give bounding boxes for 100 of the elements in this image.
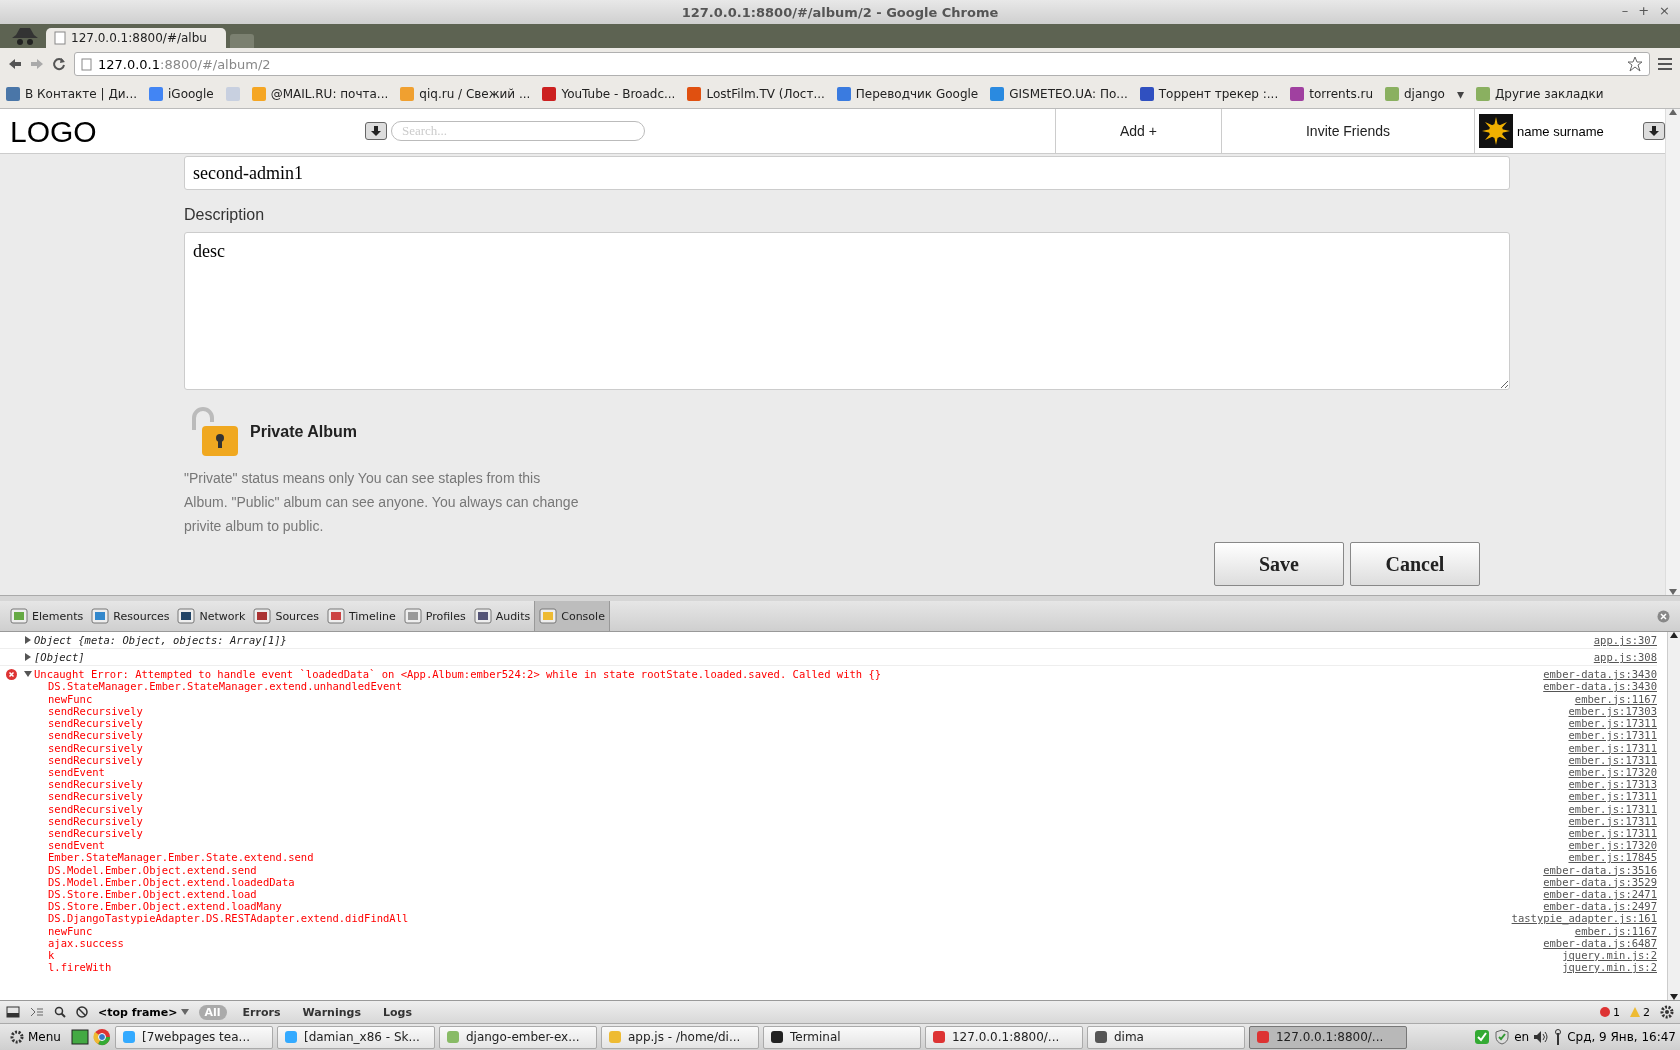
shield-icon[interactable] [1494,1029,1511,1045]
taskbar-item[interactable]: 127.0.0.1:8800/... [924,1025,1083,1049]
window-control[interactable]: – [1621,3,1629,18]
source-link[interactable]: ember.js:17311 [1568,802,1657,815]
devtools-tab[interactable]: Sources [249,601,323,632]
devtools-tab[interactable]: Network [173,601,250,632]
taskbar-item[interactable]: dima [1086,1025,1245,1049]
menu-icon[interactable] [1658,58,1672,70]
source-link[interactable]: tastypie_adapter.js:161 [1511,912,1657,925]
source-link[interactable]: ember-data.js:3529 [1543,875,1657,888]
back-icon[interactable] [8,58,22,70]
devtools-tab[interactable]: Timeline [322,601,400,632]
bookmark[interactable]: YouTube - Broadc... [542,87,676,101]
filter-tab[interactable]: Logs [376,1004,418,1020]
bookmark[interactable]: В Контакте | Ди... [6,87,137,101]
source-link[interactable]: ember.js:17311 [1568,741,1657,754]
close-icon[interactable] [1657,610,1670,623]
source-link[interactable]: ember.js:17311 [1568,814,1657,827]
name-field[interactable]: second-admin1 [184,156,1510,190]
source-link[interactable]: ember.js:17311 [1568,729,1657,742]
volume-icon[interactable] [1533,1030,1550,1044]
taskbar-item[interactable]: 127.0.0.1:8800/... [1248,1025,1407,1049]
devtools-tab[interactable]: Console [534,601,610,632]
bookmark[interactable]: django [1385,87,1445,101]
user-name[interactable]: name surname [1517,123,1604,139]
source-link[interactable]: ember.js:17311 [1568,826,1657,840]
start-menu-button[interactable]: Menu [4,1029,67,1045]
dropdown-button[interactable] [1643,122,1665,140]
source-link[interactable]: app.js:307 [1593,634,1657,647]
check-icon[interactable] [1474,1029,1491,1045]
devtools-tab[interactable]: Elements [6,601,88,632]
search-icon[interactable] [54,1006,66,1019]
settings-icon[interactable] [1660,1005,1674,1020]
collapse-triangle-icon[interactable] [24,670,32,679]
address-field[interactable]: 127.0.0.1:8800/#/album/2 [74,52,1650,76]
terminal-icon[interactable] [70,1029,89,1045]
dock-icon[interactable] [6,1006,20,1019]
clock[interactable]: Срд, 9 Янв, 16:47 [1567,1030,1676,1044]
logo: LOGO [9,114,98,150]
console-message: Object {meta: Object, objects: Array[1]} [34,634,288,647]
source-link[interactable]: ember.js:17303 [1568,704,1657,718]
source-link[interactable]: ember.js:17845 [1568,851,1657,864]
console-drawer-icon[interactable] [30,1006,44,1019]
bookmark[interactable]: Переводчик Google [836,87,979,101]
source-link[interactable]: app.js:308 [1593,651,1657,664]
filter-tab[interactable]: Errors [236,1004,287,1020]
source-link[interactable]: ember-data.js:3430 [1543,668,1657,681]
window-control[interactable]: × [1659,3,1670,18]
nav-link[interactable]: Invite Friends [1221,109,1474,153]
star-icon[interactable] [1627,56,1643,72]
window-control[interactable]: + [1638,3,1650,18]
bookmark[interactable]: @MAIL.RU: почта... [251,87,389,101]
form-button[interactable]: Save [1214,542,1344,586]
filter-tab[interactable]: Warnings [296,1004,367,1020]
expand-triangle-icon[interactable] [24,636,32,645]
frame-selector[interactable]: <top frame> [98,1005,189,1019]
bookmark[interactable]: GISMETEO.UA: По... [990,87,1128,101]
taskbar-item[interactable]: Terminal [762,1025,921,1049]
source-link[interactable]: ember.js:1167 [1574,692,1657,705]
antenna-icon[interactable] [1553,1029,1564,1045]
overflow-caret[interactable]: ▾ [1456,86,1464,102]
bookmark[interactable]: LostFilm.TV (Лост... [687,87,825,101]
devtools-tab[interactable]: Profiles [399,601,470,632]
source-link[interactable]: ember-data.js:3430 [1543,680,1657,693]
source-link[interactable]: ember.js:1167 [1574,924,1657,937]
expand-triangle-icon[interactable] [24,653,32,662]
browser-icon[interactable] [92,1028,111,1046]
source-link[interactable]: jquery.min.js:2 [1562,948,1657,962]
form-button[interactable]: Cancel [1350,542,1480,586]
source-link[interactable]: jquery.min.js:2 [1562,961,1657,974]
bookmark[interactable]: iGoogle [149,87,214,101]
scrollbar[interactable] [1667,632,1680,1001]
taskbar-item[interactable]: django-ember-ex... [438,1025,597,1049]
bookmark[interactable]: torrents.ru [1290,87,1373,101]
bookmark[interactable]: Торрент трекер :... [1139,87,1279,101]
description-field[interactable]: desc [184,232,1510,390]
source-link[interactable]: ember.js:17311 [1568,790,1657,803]
source-link[interactable]: ember.js:17313 [1568,778,1657,791]
source-link[interactable]: ember-data.js:3516 [1543,863,1657,876]
taskbar-item[interactable]: [damian_x86 - Sk... [276,1025,435,1049]
devtools-tab[interactable]: Resources [87,601,174,632]
source-link[interactable]: ember.js:17320 [1568,765,1657,779]
dropdown-button[interactable] [365,122,387,140]
bookmark[interactable]: Другие закладки [1475,87,1604,101]
reload-icon[interactable] [52,57,66,71]
source-link[interactable]: ember.js:17311 [1568,717,1657,730]
source-link[interactable]: ember-data.js:2471 [1543,887,1657,901]
clear-icon[interactable] [76,1006,88,1019]
source-link[interactable]: ember-data.js:6487 [1543,936,1657,949]
source-link[interactable]: ember.js:17311 [1568,753,1657,766]
keyboard-layout[interactable]: en [1514,1030,1530,1044]
bookmark[interactable]: qiq.ru / Свежий ... [400,87,531,101]
taskbar-item[interactable]: app.js - /home/di... [600,1025,759,1049]
source-link[interactable]: ember-data.js:2497 [1543,900,1657,913]
taskbar-item[interactable]: [7webpages tea... [114,1025,273,1049]
source-link[interactable]: ember.js:17320 [1568,839,1657,852]
browser-tab[interactable]: 127.0.0.1:8800/#/albu [46,28,226,48]
nav-link[interactable]: Add + [1055,109,1221,153]
devtools-tab[interactable]: Audits [469,601,535,632]
app-icon [121,1030,136,1044]
